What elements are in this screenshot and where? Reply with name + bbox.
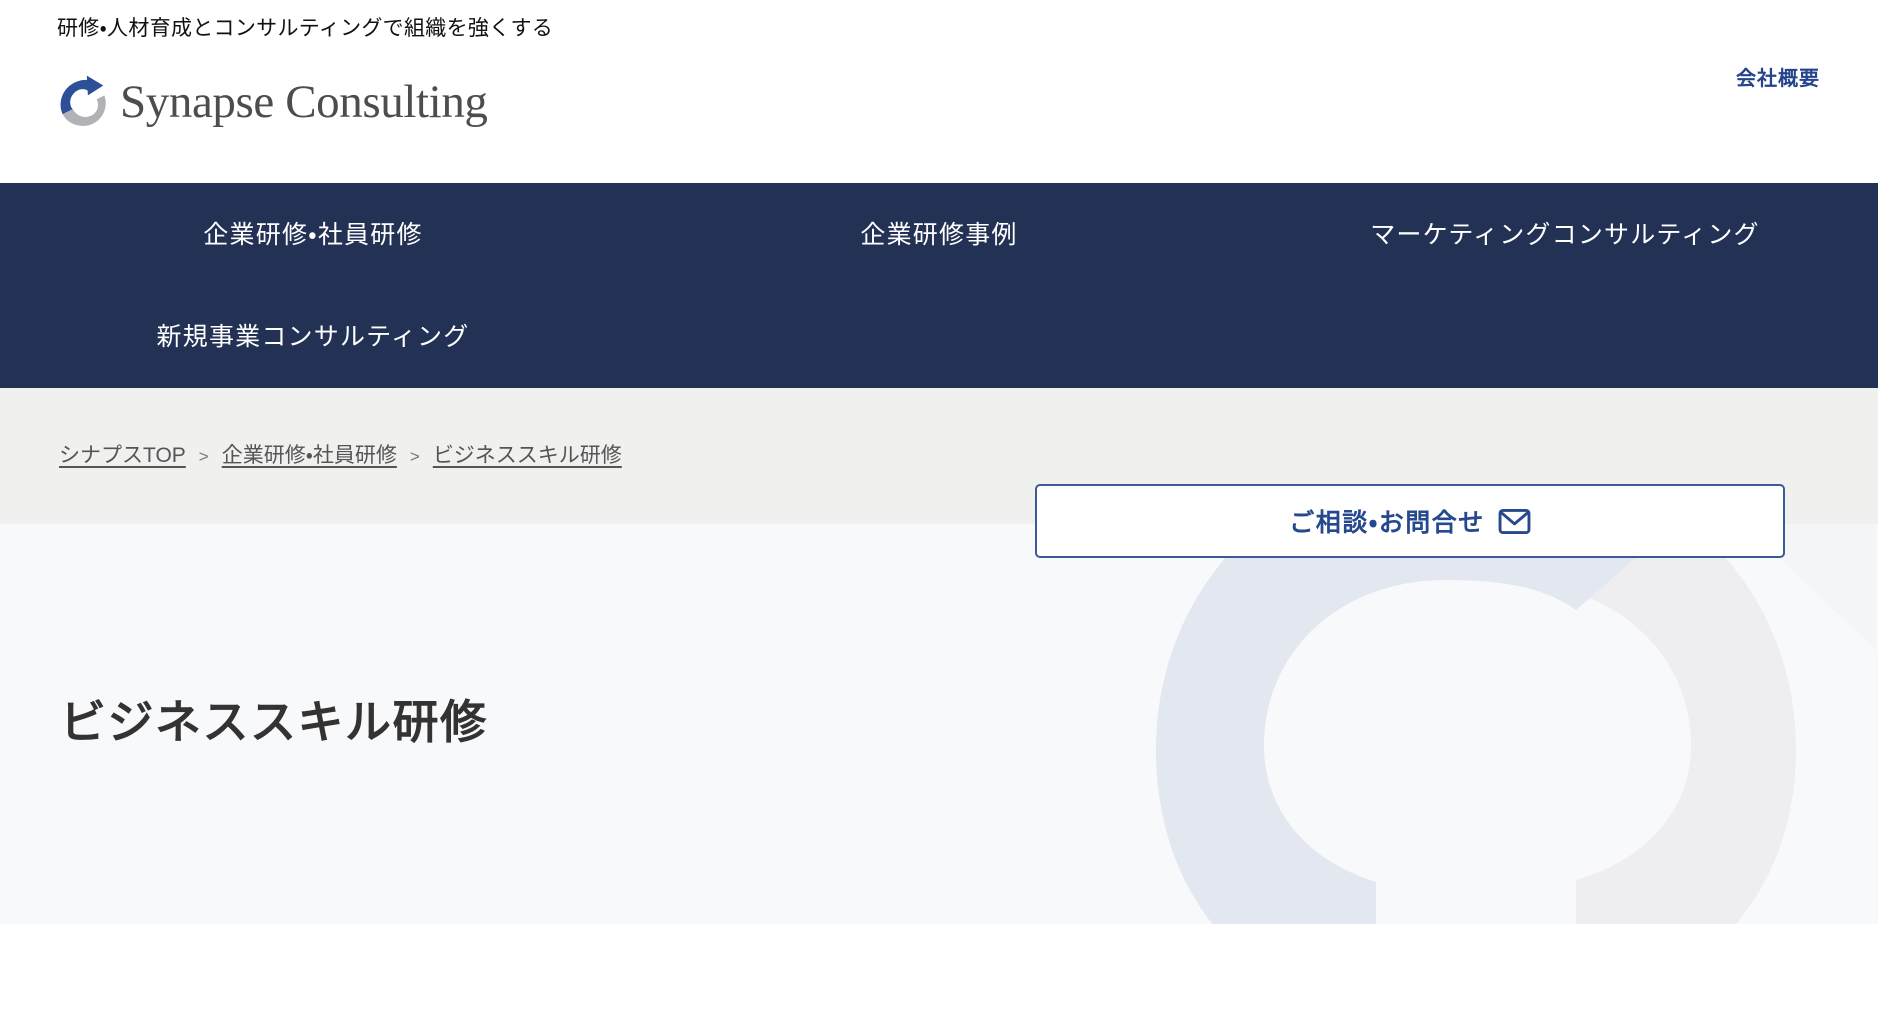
site-tagline: 研修・人材育成とコンサルティングで組織を強くする bbox=[57, 17, 554, 40]
breadcrumb-separator: > bbox=[198, 447, 209, 466]
brand-logo-link[interactable]: Synapse Consulting bbox=[56, 74, 488, 130]
brand-wordmark: Synapse Consulting bbox=[120, 76, 488, 128]
page-content-area bbox=[0, 924, 1878, 1035]
nav-row-primary: 企業研修・社員研修 企業研修事例 マーケティングコンサルティング bbox=[0, 183, 1878, 286]
nav-item-training-cases[interactable]: 企業研修事例 bbox=[626, 183, 1252, 286]
breadcrumb: シナプスTOP > 企業研修・社員研修 > ビジネススキル研修 bbox=[0, 442, 622, 470]
site-header: 研修・人材育成とコンサルティングで組織を強くする Synapse Consult… bbox=[0, 0, 1878, 183]
main-navigation: 企業研修・社員研修 企業研修事例 マーケティングコンサルティング 新規事業コンサ… bbox=[0, 183, 1878, 558]
nav-item-corporate-training[interactable]: 企業研修・社員研修 bbox=[0, 183, 626, 286]
synapse-swoosh-logo-icon bbox=[56, 74, 111, 130]
nav-link-label[interactable]: マーケティングコンサルティング bbox=[1370, 221, 1760, 249]
breadcrumb-item-corporate-training[interactable]: 企業研修・社員研修 bbox=[222, 442, 397, 470]
synapse-swoosh-watermark-icon bbox=[976, 524, 1878, 924]
mail-envelope-icon bbox=[1498, 508, 1531, 535]
breadcrumb-item-top[interactable]: シナプスTOP bbox=[59, 442, 186, 470]
page-title: ビジネススキル研修 bbox=[60, 696, 488, 748]
nav-item-new-business-consulting[interactable]: 新規事業コンサルティング bbox=[0, 286, 626, 388]
nav-link-label[interactable]: 企業研修・社員研修 bbox=[203, 221, 422, 249]
nav-item-marketing-consulting[interactable]: マーケティングコンサルティング bbox=[1252, 183, 1878, 286]
hero-section: ビジネススキル研修 bbox=[0, 524, 1878, 924]
contact-button[interactable]: ご相談・お問合せ bbox=[1035, 484, 1785, 558]
nav-row-secondary: 新規事業コンサルティング bbox=[0, 286, 1878, 388]
nav-link-label[interactable]: 企業研修事例 bbox=[860, 221, 1017, 249]
header-company-profile-link[interactable]: 会社概要 bbox=[1736, 62, 1820, 91]
nav-link-label[interactable]: 新規事業コンサルティング bbox=[157, 323, 470, 351]
page-root: 研修・人材育成とコンサルティングで組織を強くする Synapse Consult… bbox=[0, 0, 1878, 1036]
breadcrumb-separator: > bbox=[409, 447, 420, 466]
breadcrumb-item-business-skill-training[interactable]: ビジネススキル研修 bbox=[433, 442, 622, 470]
contact-button-label: ご相談・お問合せ bbox=[1289, 509, 1485, 537]
